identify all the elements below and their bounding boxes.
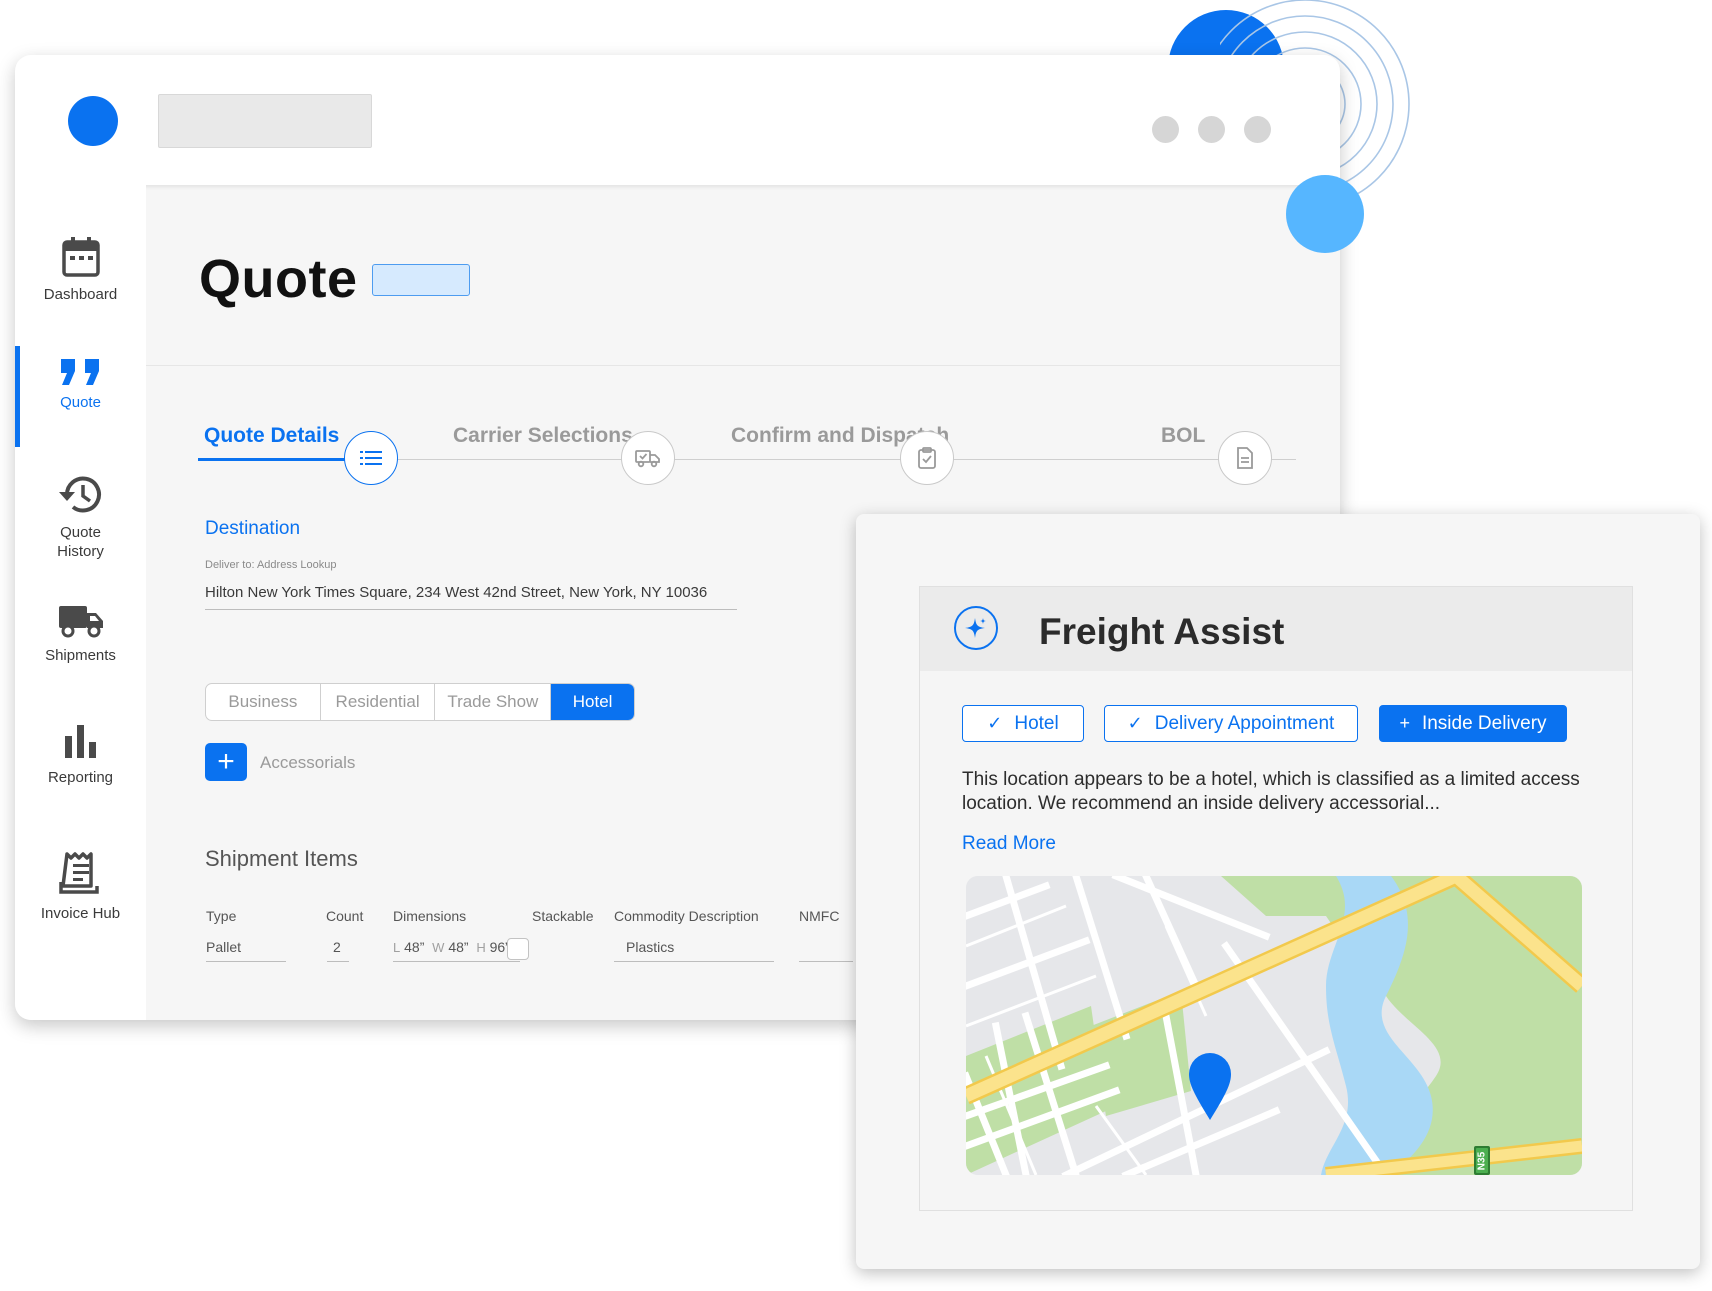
dimension-width-key: W xyxy=(432,940,445,955)
sidebar-item-label: Dashboard xyxy=(43,286,118,303)
top-bar xyxy=(15,55,1340,185)
map-graphic: N35 xyxy=(966,876,1582,1175)
address-input[interactable]: Hilton New York Times Square, 234 West 4… xyxy=(205,584,707,601)
item-commodity-underline xyxy=(614,961,774,962)
dimension-length-key: L xyxy=(393,940,401,955)
item-dimensions-field[interactable]: L 48” W 48” H 96” xyxy=(393,939,510,955)
location-type-hotel[interactable]: Hotel xyxy=(551,684,634,720)
quote-icon xyxy=(60,359,99,385)
freight-assist-card: Freight Assist ✓ Hotel ✓ Delivery Appoin… xyxy=(856,514,1700,1269)
bar-chart-icon xyxy=(64,725,96,758)
item-nmfc-field[interactable] xyxy=(799,961,853,962)
location-map[interactable]: N35 xyxy=(966,876,1582,1175)
list-icon xyxy=(360,451,382,465)
page-title: Quote xyxy=(199,249,358,309)
truck-icon xyxy=(58,606,103,638)
address-underline xyxy=(205,609,737,610)
truck-check-icon xyxy=(635,450,660,468)
stepper-active-underline xyxy=(198,458,346,461)
sidebar-item-shipments[interactable]: Shipments xyxy=(15,600,146,665)
assist-description: This location appears to be a hotel, whi… xyxy=(962,769,1580,814)
step-label-bol[interactable]: BOL xyxy=(1161,424,1205,448)
shipment-items-title: Shipment Items xyxy=(205,846,358,871)
column-header-stackable: Stackable xyxy=(532,908,594,924)
location-type-residential[interactable]: Residential xyxy=(321,684,436,720)
sidebar-item-label: Invoice Hub xyxy=(40,905,121,922)
freight-assist-header: Freight Assist xyxy=(920,587,1632,671)
step-bol[interactable] xyxy=(1218,431,1272,485)
item-type-underline xyxy=(206,961,286,962)
step-quote-details[interactable] xyxy=(344,431,398,485)
tag-label: Hotel xyxy=(1014,712,1059,734)
add-inside-delivery-button[interactable]: + Inside Delivery xyxy=(1379,705,1567,742)
address-field-label: Deliver to: Address Lookup xyxy=(205,559,337,571)
highway-shield-label: N35 xyxy=(1477,1151,1488,1170)
check-icon: ✓ xyxy=(987,713,1003,733)
invoice-icon xyxy=(58,852,99,894)
app-logo[interactable] xyxy=(68,96,118,146)
tag-hotel[interactable]: ✓ Hotel xyxy=(962,705,1084,742)
sidebar-item-reporting[interactable]: Reporting xyxy=(15,722,146,787)
tag-delivery-appointment[interactable]: ✓ Delivery Appointment xyxy=(1104,705,1358,742)
sidebar-item-quote[interactable]: Quote xyxy=(15,357,146,412)
dimension-width: 48” xyxy=(448,939,469,955)
calendar-icon xyxy=(61,237,100,277)
dimension-length: 48” xyxy=(404,939,425,955)
freight-assist-title: Freight Assist xyxy=(1039,611,1285,652)
sparkle-icon xyxy=(954,606,998,650)
column-header-dimensions: Dimensions xyxy=(393,908,467,924)
item-count-field[interactable]: 2 xyxy=(333,939,341,955)
freight-assist-panel: Freight Assist ✓ Hotel ✓ Delivery Appoin… xyxy=(919,586,1633,1211)
column-header-nmfc: NMFC xyxy=(799,908,840,924)
step-label-quote-details[interactable]: Quote Details xyxy=(204,424,339,448)
sidebar-item-label: Shipments xyxy=(45,647,116,664)
plus-icon: + xyxy=(1399,713,1410,733)
step-carrier-selections[interactable] xyxy=(621,431,675,485)
column-header-type: Type xyxy=(206,908,237,924)
window-dot-1[interactable] xyxy=(1152,116,1179,143)
window-dot-2[interactable] xyxy=(1198,116,1225,143)
destination-heading: Destination xyxy=(205,518,301,539)
check-icon: ✓ xyxy=(1127,713,1143,733)
accessorials-label: Accessorials xyxy=(260,753,356,772)
sidebar-item-label: Quote xyxy=(60,394,101,411)
tag-label: Delivery Appointment xyxy=(1154,712,1335,734)
location-type-selector: Business Residential Trade Show Hotel xyxy=(205,683,635,721)
sidebar: Dashboard Quote Quote History Shipments … xyxy=(15,185,146,1020)
status-chip xyxy=(372,264,470,296)
column-header-count: Count xyxy=(326,908,364,924)
decorative-light-blue-circle xyxy=(1286,175,1364,253)
document-icon xyxy=(1237,447,1253,469)
stepper-line xyxy=(346,459,1296,460)
sidebar-item-label: Quote History xyxy=(57,524,104,560)
history-icon xyxy=(58,476,101,513)
tag-label: Inside Delivery xyxy=(1421,712,1547,734)
item-type-field[interactable]: Pallet xyxy=(206,939,241,955)
location-type-trade-show[interactable]: Trade Show xyxy=(435,684,552,720)
step-label-carrier-selections[interactable]: Carrier Selections xyxy=(453,424,633,448)
sidebar-item-label: Reporting xyxy=(47,769,114,786)
title-placeholder xyxy=(158,94,372,148)
item-commodity-field[interactable]: Plastics xyxy=(626,939,674,955)
stackable-checkbox[interactable] xyxy=(507,938,529,960)
add-accessorial-button[interactable]: + xyxy=(205,743,247,781)
item-count-underline xyxy=(327,961,349,962)
dimension-height-key: H xyxy=(476,940,486,955)
sidebar-item-quote-history[interactable]: Quote History xyxy=(15,473,146,561)
read-more-link[interactable]: Read More xyxy=(962,833,1056,855)
step-confirm-and-dispatch[interactable] xyxy=(900,431,954,485)
location-type-business[interactable]: Business xyxy=(206,684,321,720)
window-dot-3[interactable] xyxy=(1244,116,1271,143)
column-header-commodity: Commodity Description xyxy=(614,908,759,924)
header-divider xyxy=(146,365,1340,366)
sidebar-item-dashboard[interactable]: Dashboard xyxy=(15,235,146,304)
clipboard-check-icon xyxy=(918,447,936,469)
item-dimensions-underline xyxy=(393,961,520,962)
sidebar-item-invoice-hub[interactable]: Invoice Hub xyxy=(15,852,146,923)
